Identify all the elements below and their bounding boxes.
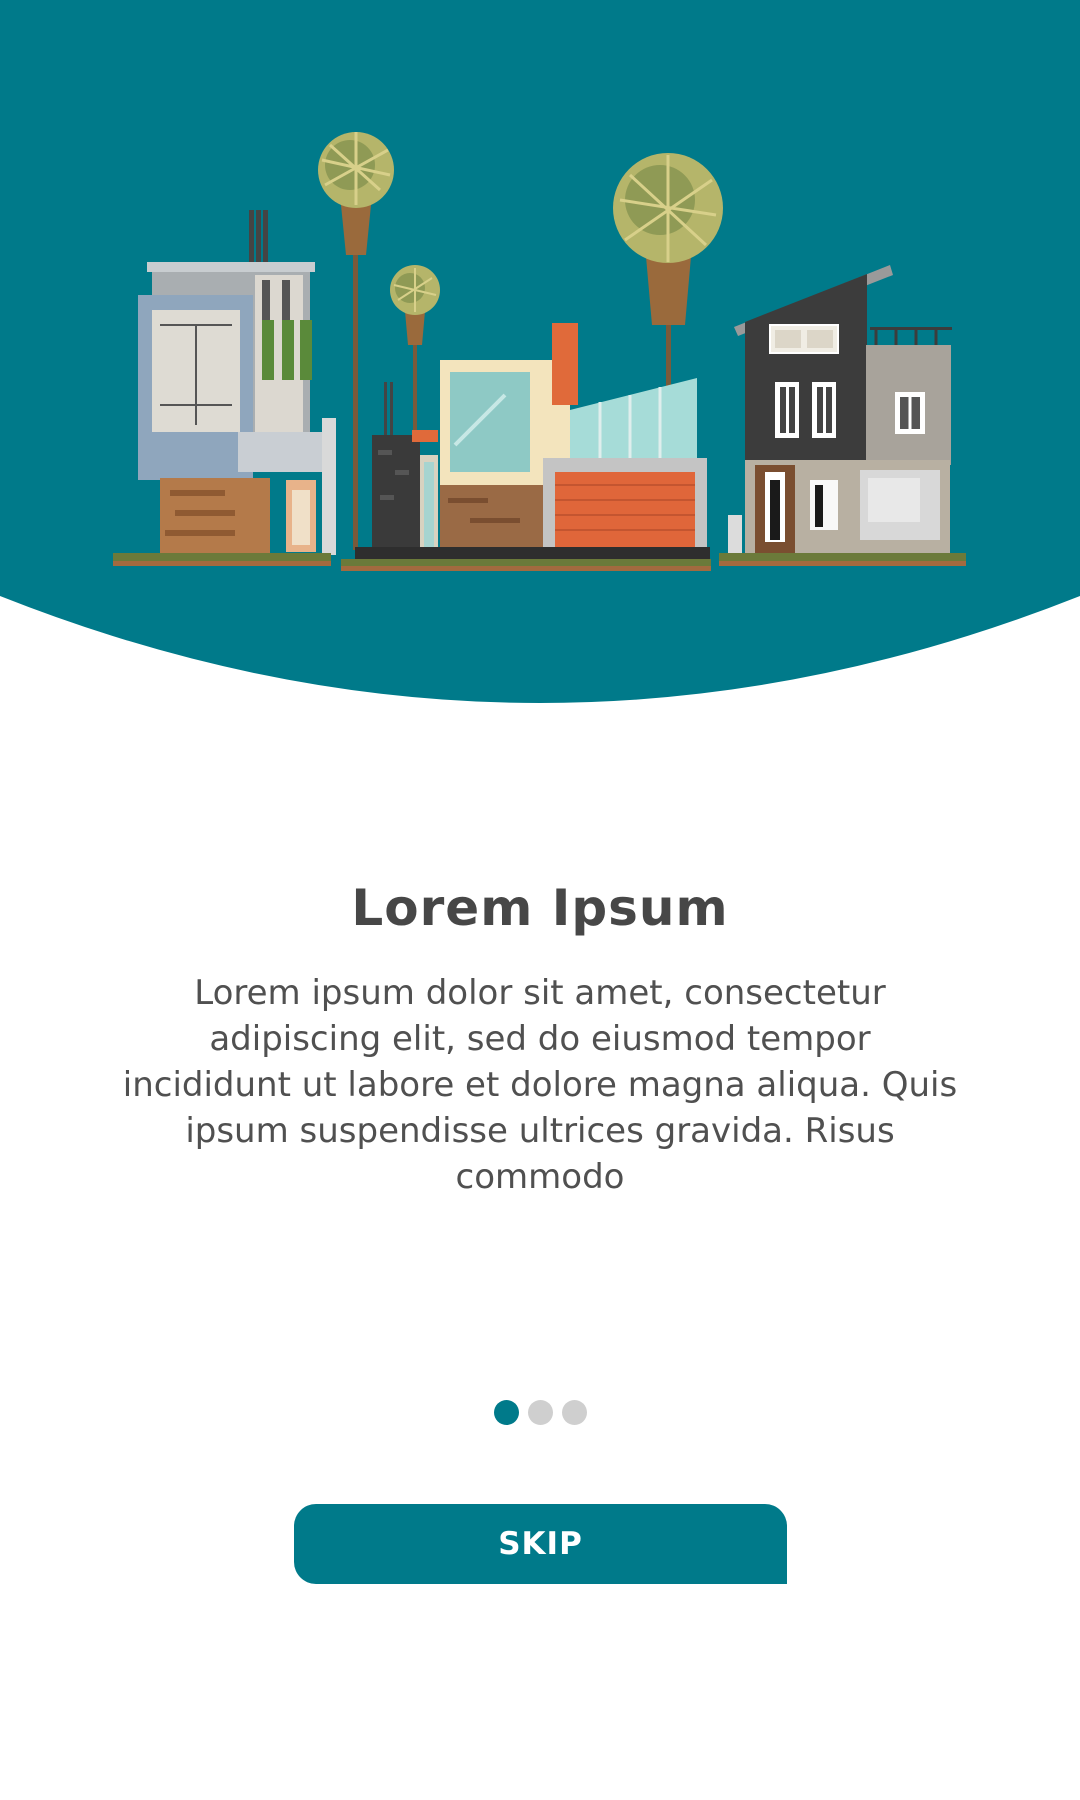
page-dot[interactable]	[527, 1400, 553, 1425]
skip-button[interactable]: SKIP	[294, 1504, 787, 1584]
page-dot-active[interactable]	[493, 1400, 519, 1425]
page-description: Lorem ipsum dolor sit amet, consectetur …	[122, 973, 958, 1197]
page-title: Lorem Ipsum	[351, 879, 729, 937]
page-indicator	[0, 1400, 1080, 1425]
page-dot[interactable]	[561, 1400, 587, 1425]
hero-banner	[0, 0, 1080, 720]
houses-illustration	[0, 0, 1080, 703]
